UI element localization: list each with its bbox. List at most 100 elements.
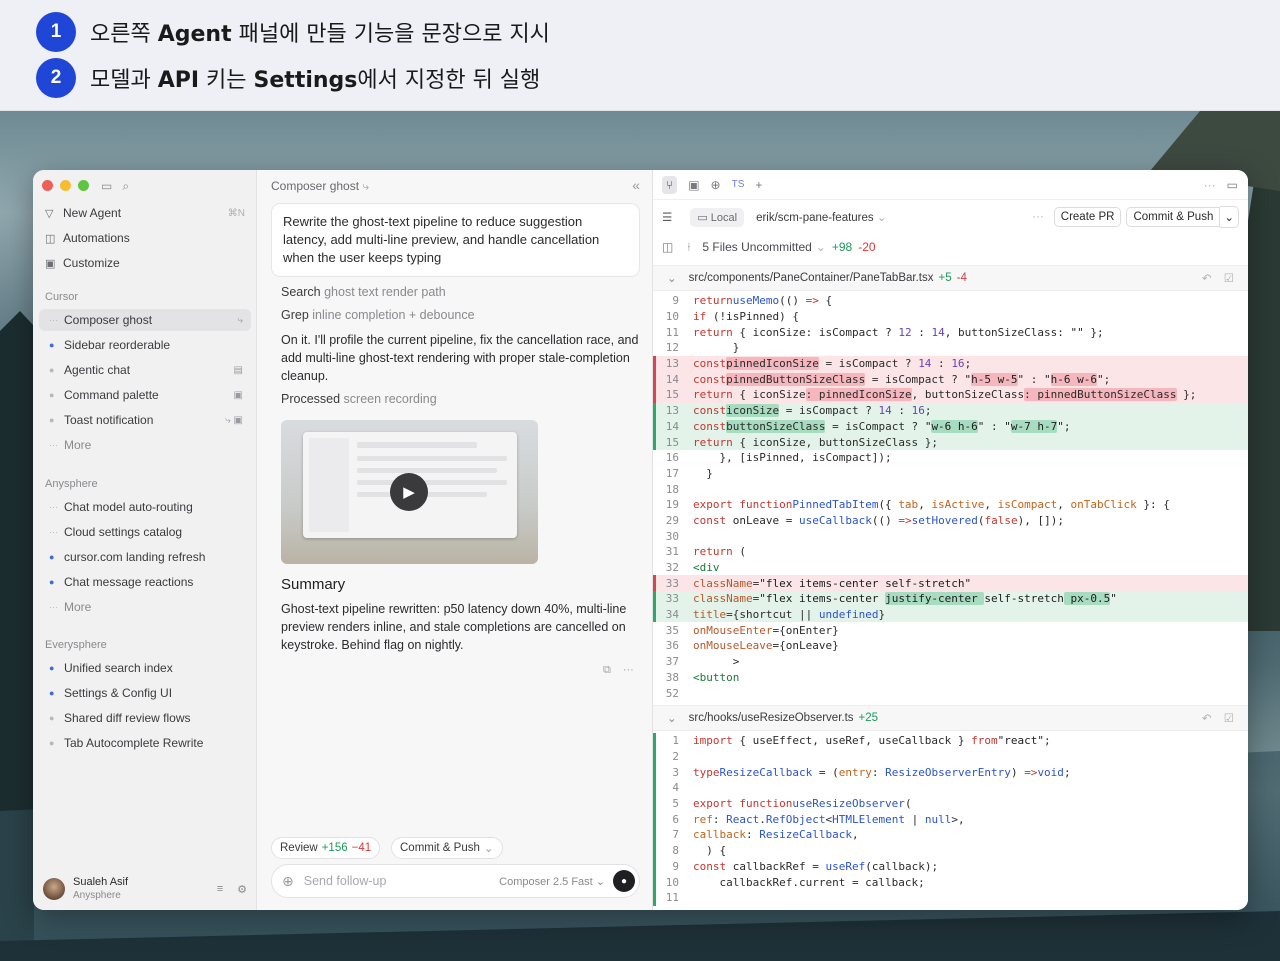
step-number: 1 <box>36 12 76 52</box>
layout-icon[interactable]: ▭ <box>1227 178 1238 192</box>
branch-icon: ⤷ <box>362 179 370 193</box>
nav-label: Customize <box>63 256 120 270</box>
agent-item[interactable]: ··· Chat model auto-routing <box>39 496 251 518</box>
additions-count: +25 <box>858 712 879 724</box>
stage-checkbox[interactable]: ☑ <box>1224 711 1234 725</box>
add-tab-icon[interactable]: + <box>755 178 762 192</box>
file-path: src/hooks/useResizeObserver.ts <box>688 712 854 724</box>
status-dot-icon: ● <box>49 340 55 350</box>
instruction-banner: 1 오른쪽 Agent 패널에 만들 기능을 문장으로 지시 2 모델과 API… <box>0 0 1280 111</box>
deletions-count: -20 <box>858 240 876 254</box>
panel-icon: ◫ <box>662 240 674 254</box>
status-dot-icon: ● <box>49 390 55 400</box>
code-line-added: 8 ) { <box>653 842 1248 859</box>
agent-item[interactable]: ··· Cloud settings catalog <box>39 521 251 543</box>
code-line-added: 34 title ={shortcut || undefined} <box>653 606 1248 623</box>
step-text: 오른쪽 Agent 패널에 만들 기능을 문장으로 지시 <box>90 22 550 47</box>
more-link[interactable]: ··· More <box>39 434 251 456</box>
traffic-lights <box>42 180 89 191</box>
screen-recording-video[interactable]: ▶ <box>281 420 538 564</box>
stage-checkbox[interactable]: ☑ <box>1224 271 1234 285</box>
agent-item[interactable]: ● Chat message reactions <box>39 571 251 593</box>
agent-item[interactable]: ● Settings & Config UI <box>39 682 251 704</box>
agent-item[interactable]: ● Tab Autocomplete Rewrite <box>39 732 251 754</box>
user-account[interactable]: Sualeh Asif Anysphere ≡ ⚙ <box>43 876 247 902</box>
code-line: 30 <box>665 529 679 543</box>
globe-icon[interactable]: ⊕ <box>711 178 721 192</box>
create-pr-button[interactable]: Create PR <box>1053 207 1122 227</box>
agent-item[interactable]: ● Unified search index <box>39 657 251 679</box>
filter-icon[interactable]: ≡ <box>217 883 223 896</box>
status-dot-icon: ● <box>49 415 55 425</box>
chevron-down-icon[interactable]: ⌄ <box>1220 206 1239 228</box>
nav-label: Automations <box>63 231 130 245</box>
collapse-panel-icon[interactable]: « <box>632 177 640 193</box>
cursor-app-window: ▭ ⌕ ▽ New Agent ⌘N ◫ Automations ▣ Customize… <box>33 170 1248 910</box>
code-line: 37 > <box>665 655 740 669</box>
commit-push-button[interactable]: Commit & Push ⌄ <box>391 837 503 859</box>
revert-icon[interactable]: ↶ <box>1202 711 1212 725</box>
branch-name[interactable]: erik/scm-pane-features ⌄ <box>756 210 886 224</box>
agent-item[interactable]: ● cursor.com landing refresh <box>39 546 251 568</box>
model-selector[interactable]: Composer 2.5 Fast ⌄ <box>499 875 605 888</box>
nav-label: New Agent <box>63 206 122 220</box>
file-header[interactable]: ⌄ src/hooks/useResizeObserver.ts +25 ↶ ☑ <box>653 705 1248 731</box>
list-icon[interactable]: ☰ <box>662 210 672 224</box>
agent-item[interactable]: ● Toast notification ⤷ ▣ <box>39 409 251 431</box>
tool-call-search[interactable]: Search ghost text render path <box>281 285 446 299</box>
agent-item[interactable]: ··· Composer ghost ⤷ <box>39 309 251 331</box>
agent-label: Tab Autocomplete Rewrite <box>64 736 204 750</box>
code-line: 12 } <box>665 341 740 355</box>
local-chip[interactable]: ▭ Local <box>690 207 745 227</box>
review-button[interactable]: Review +156 −41 <box>271 837 381 859</box>
agent-item[interactable]: ● Sidebar reorderable <box>39 334 251 356</box>
code-line-deleted: 13 const pinnedIconSize = isCompact ? 14… <box>653 355 1248 372</box>
agent-item[interactable]: ● Command palette ▣ <box>39 384 251 406</box>
more-icon[interactable]: ··· <box>623 664 634 677</box>
commit-push-button[interactable]: Commit & Push <box>1126 207 1221 227</box>
nav-automations[interactable]: ◫ Automations <box>45 227 245 249</box>
summary-text: Ghost-text pipeline rewritten: p50 laten… <box>281 602 627 652</box>
minimize-window-button[interactable] <box>60 180 71 191</box>
code-line-added: 13 const iconSize = isCompact ? 14 : 16; <box>653 402 1248 419</box>
tool-call-grep[interactable]: Grep inline completion + debounce <box>281 308 475 322</box>
follow-up-input[interactable]: ⊕ Send follow-up Composer 2.5 Fast ⌄ ● <box>271 864 640 898</box>
automation-icon: ◫ <box>45 232 56 245</box>
diff-toolbar: ⑂ ▣ ⊕ TS + ··· ▭ <box>653 170 1248 200</box>
agent-label: Composer ghost <box>64 313 153 327</box>
more-link[interactable]: ··· More <box>39 596 251 618</box>
uncommitted-summary[interactable]: ◫ ⍿ 5 Files Uncommitted ⌄ +98 -20 <box>662 238 876 256</box>
close-window-button[interactable] <box>42 180 53 191</box>
agent-item[interactable]: ● Agentic chat ▤ <box>39 359 251 381</box>
nav-customize[interactable]: ▣ Customize <box>45 252 245 274</box>
add-attachment-icon[interactable]: ⊕ <box>282 873 294 890</box>
review-label: Review <box>280 842 318 854</box>
source-control-icon[interactable]: ⑂ <box>662 175 678 194</box>
summary-heading: Summary <box>281 576 346 593</box>
file-header[interactable]: ⌄ src/components/PaneContainer/PaneTabBa… <box>653 265 1248 291</box>
tool-call-processed[interactable]: Processed screen recording <box>281 392 437 406</box>
copy-icon[interactable]: ⧉ <box>603 664 611 677</box>
maximize-window-button[interactable] <box>78 180 89 191</box>
gear-icon[interactable]: ⚙ <box>237 883 247 896</box>
play-icon[interactable]: ▶ <box>390 473 428 511</box>
terminal-icon[interactable]: ▣ <box>688 178 699 192</box>
code-line-deleted: 14 const pinnedButtonSizeClass = isCompa… <box>653 371 1248 388</box>
sidebar-toolbar: ▭ ⌕ <box>101 179 129 194</box>
search-icon[interactable]: ⌕ <box>122 179 129 194</box>
agent-label: Chat message reactions <box>64 575 194 589</box>
microphone-icon[interactable]: ● <box>613 870 635 892</box>
customize-icon: ▣ <box>45 257 56 270</box>
status-dot-icon: ● <box>49 577 55 587</box>
code-line: 9 return useMemo(() => { <box>672 294 833 308</box>
typescript-icon[interactable]: TS <box>732 179 745 190</box>
nav-new-agent[interactable]: ▽ New Agent ⌘N <box>45 202 245 224</box>
more-icon[interactable]: ··· <box>1032 211 1044 223</box>
agent-item[interactable]: ● Shared diff review flows <box>39 707 251 729</box>
toggle-sidebar-icon[interactable]: ▭ <box>101 179 112 194</box>
revert-icon[interactable]: ↶ <box>1202 271 1212 285</box>
agent-label: Settings & Config UI <box>64 686 173 700</box>
deletions-count: -4 <box>956 272 967 284</box>
code-line: 29 const onLeave = useCallback(() => set… <box>665 513 1064 527</box>
more-icon[interactable]: ··· <box>1204 178 1216 192</box>
